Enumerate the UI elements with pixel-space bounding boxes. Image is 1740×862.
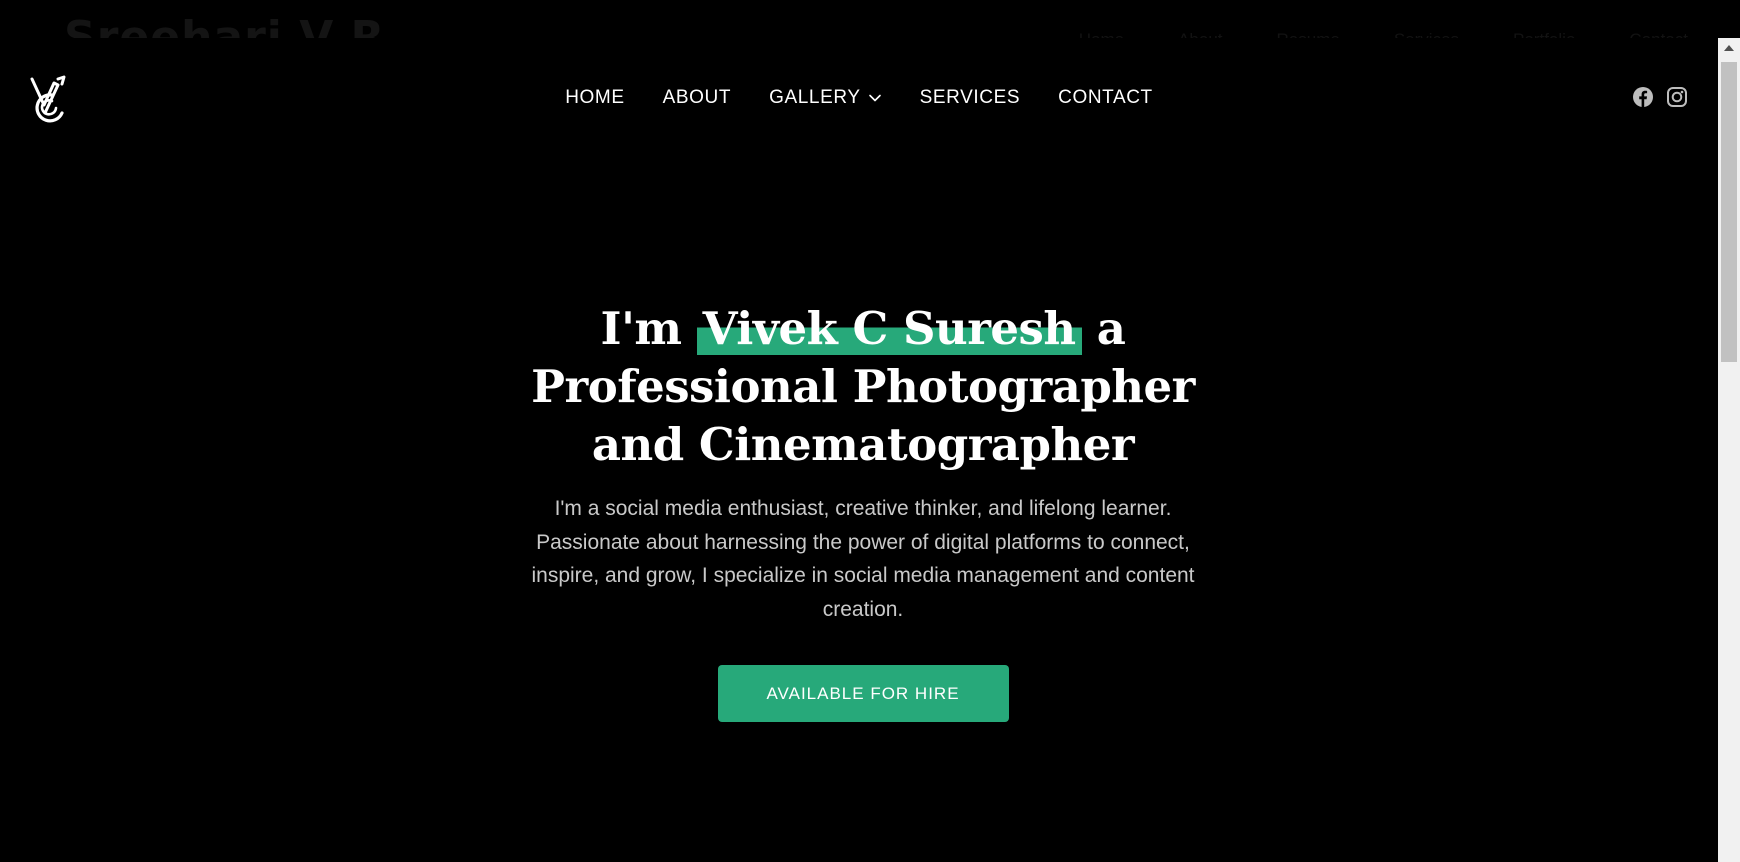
page: Sreehari V R Home About Resume Services …: [0, 0, 1718, 862]
facebook-icon[interactable]: [1632, 86, 1654, 108]
nav-home[interactable]: HOME: [565, 87, 624, 109]
scrollbar-thumb[interactable]: [1721, 62, 1737, 362]
vc-monogram-logo-icon: [30, 75, 66, 123]
heading-prefix: I'm: [600, 302, 682, 355]
nav-gallery[interactable]: GALLERY: [769, 87, 882, 109]
highlighted-name: Vivek C Suresh: [696, 302, 1082, 355]
logo[interactable]: [28, 75, 68, 123]
scroll-up-arrow-icon[interactable]: [1724, 45, 1734, 51]
vertical-scrollbar[interactable]: [1718, 38, 1740, 862]
nav-contact[interactable]: CONTACT: [1058, 87, 1153, 109]
nav-home-label: HOME: [565, 87, 625, 108]
site-header: HOME ABOUT GALLERY SERVICES CONTACT: [0, 38, 1718, 158]
nav-services[interactable]: SERVICES: [920, 87, 1021, 109]
nav-contact-label: CONTACT: [1058, 87, 1153, 108]
nav-about[interactable]: ABOUT: [663, 87, 731, 109]
social-links: [1632, 86, 1688, 108]
available-for-hire-button[interactable]: AVAILABLE FOR HIRE: [717, 665, 1009, 722]
nav-services-label: SERVICES: [919, 87, 1021, 108]
nav-about-label: ABOUT: [662, 87, 732, 108]
hero-section: I'm Vivek C Suresh a Professional Photog…: [0, 300, 1718, 722]
chevron-down-icon: [868, 94, 881, 102]
main-nav: HOME ABOUT GALLERY SERVICES CONTACT: [0, 38, 1718, 158]
hero-description: I'm a social media enthusiast, creative …: [531, 497, 1195, 621]
hero-heading: I'm Vivek C Suresh a Professional Photog…: [513, 300, 1213, 474]
instagram-icon[interactable]: [1666, 86, 1688, 108]
nav-gallery-label: GALLERY: [769, 87, 861, 108]
